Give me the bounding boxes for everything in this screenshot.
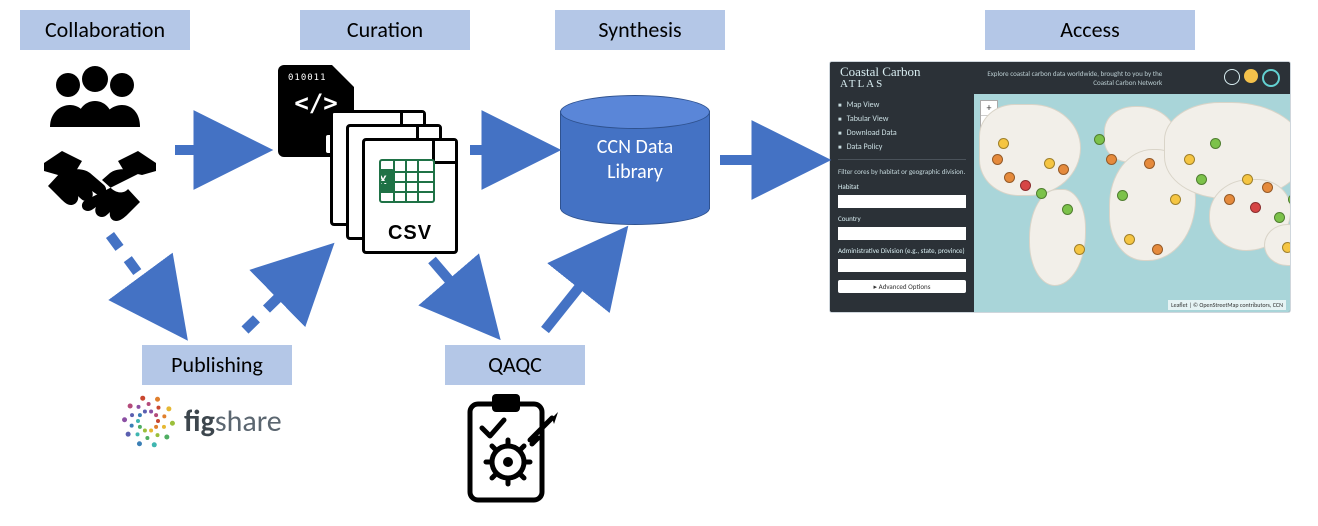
map-menu-tabular[interactable]: Tabular View bbox=[838, 114, 966, 124]
map-advanced-options[interactable]: ▸ Advanced Options bbox=[838, 280, 966, 293]
stage-qaqc: QAQC bbox=[445, 345, 585, 385]
handshake-icon bbox=[40, 145, 160, 230]
map-input-admin[interactable] bbox=[838, 259, 966, 272]
arrow-collab-to-publishing bbox=[110, 235, 180, 330]
map-menu-download[interactable]: Download Data bbox=[838, 128, 966, 138]
stage-publishing: Publishing bbox=[142, 345, 292, 385]
figshare-pinwheel-icon bbox=[122, 395, 174, 447]
map-attribution: Leaflet | © OpenStreetMap contributors, … bbox=[1168, 300, 1286, 310]
map-menu-policy[interactable]: Data Policy bbox=[838, 142, 966, 152]
map-label-country: Country bbox=[838, 214, 966, 223]
map-tagline: Explore coastal carbon data worldwide, b… bbox=[982, 69, 1162, 87]
people-icon bbox=[40, 65, 150, 140]
map-input-habitat[interactable] bbox=[838, 195, 966, 208]
stage-synthesis: Synthesis bbox=[555, 10, 725, 50]
map-canvas[interactable]: + − bbox=[974, 94, 1290, 312]
map-label-admin: Administrative Division (e.g., state, pr… bbox=[838, 246, 966, 255]
map-label-habitat: Habitat bbox=[838, 182, 966, 191]
r-file-bits: 010011 bbox=[288, 73, 327, 83]
qaqc-clipboard-icon bbox=[460, 390, 560, 510]
stage-collaboration: Collaboration bbox=[20, 10, 190, 50]
sun-icon bbox=[1244, 69, 1258, 83]
csv-files-icon: X CSV bbox=[330, 110, 470, 260]
csv-label: CSV bbox=[365, 222, 455, 245]
arrow-curation-to-qaqc bbox=[432, 260, 492, 330]
map-menu-mapview[interactable]: Map View bbox=[838, 100, 966, 110]
excel-badge: X bbox=[379, 169, 395, 193]
figshare-wordmark: figshare bbox=[184, 403, 282, 440]
map-sidebar: Map View Tabular View Download Data Data… bbox=[830, 94, 974, 312]
map-filter-hint: Filter cores by habitat or geographic di… bbox=[838, 167, 966, 176]
map-brand: Coastal Carbon ATLAS bbox=[840, 65, 921, 90]
arrow-publishing-to-curation bbox=[245, 252, 325, 330]
database-icon: CCN Data Library bbox=[560, 95, 710, 225]
globe-icon bbox=[1224, 69, 1240, 85]
db-line2: Library bbox=[607, 160, 663, 184]
map-input-country[interactable] bbox=[838, 227, 966, 240]
stage-curation: Curation bbox=[300, 10, 470, 50]
db-line1: CCN Data bbox=[597, 135, 674, 159]
stage-access: Access bbox=[985, 10, 1195, 50]
map-header: Coastal Carbon ATLAS Explore coastal car… bbox=[830, 62, 1290, 94]
coastal-carbon-atlas-screenshot: Coastal Carbon ATLAS Explore coastal car… bbox=[830, 62, 1290, 312]
diagram-canvas: Collaboration Curation Synthesis Access … bbox=[0, 0, 1318, 526]
arrow-qaqc-to-synthesis bbox=[545, 236, 620, 330]
figshare-logo: figshare bbox=[122, 395, 282, 447]
ring-icon bbox=[1262, 69, 1280, 87]
